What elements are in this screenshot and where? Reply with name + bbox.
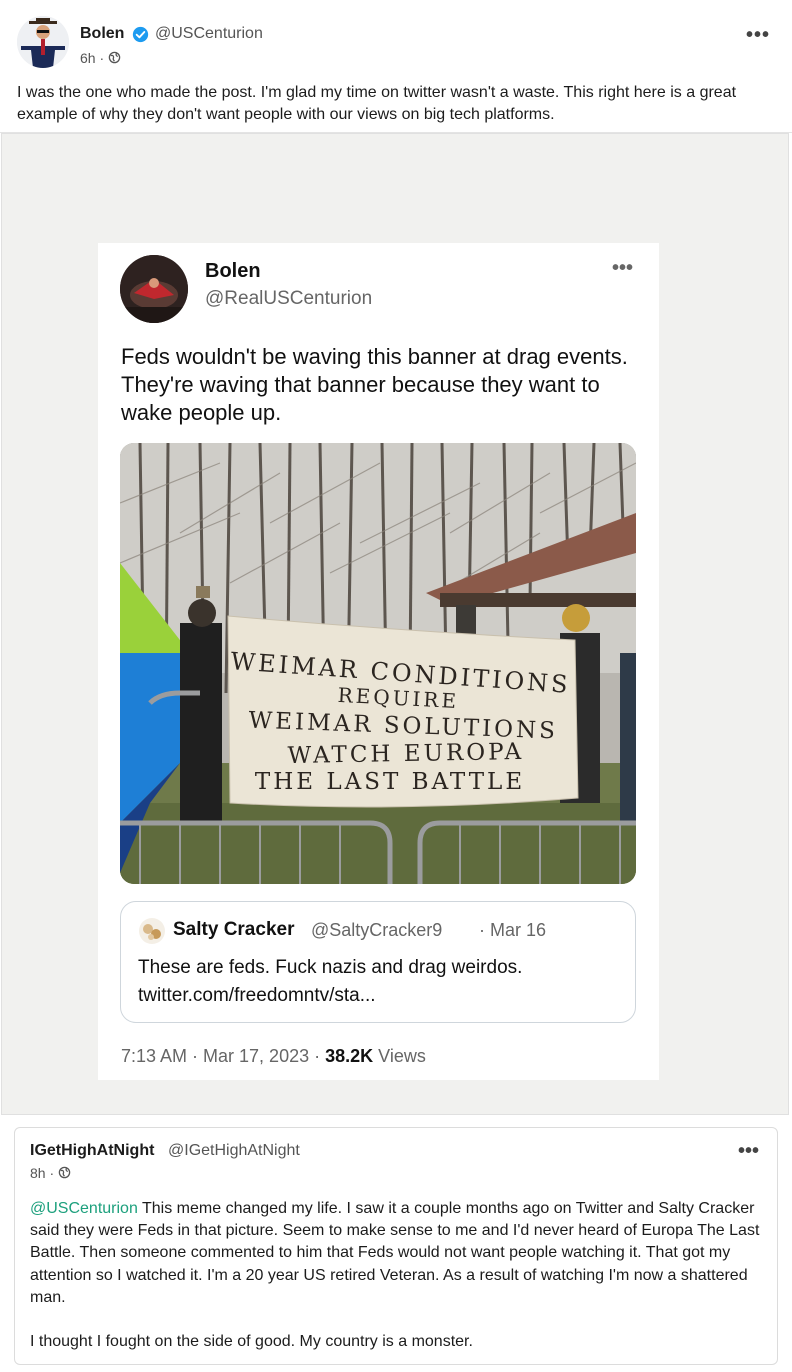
comment-paragraph: @USCenturion This meme changed my life. … bbox=[30, 1198, 760, 1309]
comment-text: This meme changed my life. I saw it a co… bbox=[30, 1200, 760, 1306]
comment-body: @USCenturion This meme changed my life. … bbox=[30, 1198, 760, 1353]
post-header: Bolen @USCenturion 6h · ••• I was the on… bbox=[0, 0, 792, 133]
tweet-screenshot: Bolen @RealUSCenturion ••• Feds wouldn't… bbox=[98, 243, 659, 1080]
author-avatar[interactable] bbox=[17, 16, 69, 68]
comment-meta: 8h · bbox=[30, 1165, 71, 1181]
meta-separator: · bbox=[99, 50, 105, 66]
post-body: I was the one who made the post. I'm gla… bbox=[17, 84, 737, 123]
post-meta: 6h · bbox=[80, 50, 121, 66]
tweet-views-count: 38.2K bbox=[325, 1046, 374, 1066]
post-time[interactable]: 6h bbox=[80, 50, 96, 66]
tweet-author-name: Bolen bbox=[205, 260, 261, 282]
mention-link[interactable]: @USCenturion bbox=[30, 1200, 138, 1217]
comment-author-handle[interactable]: @IGetHighAtNight bbox=[168, 1142, 300, 1160]
author-name[interactable]: Bolen bbox=[80, 25, 124, 43]
comment-time[interactable]: 8h bbox=[30, 1165, 46, 1181]
post-image[interactable]: Bolen @RealUSCenturion ••• Feds wouldn't… bbox=[1, 133, 789, 1115]
tweet-avatar bbox=[120, 255, 188, 323]
verified-badge-icon bbox=[132, 26, 149, 43]
comment-menu-button[interactable]: ••• bbox=[738, 1140, 759, 1163]
comment: IGetHighAtNight @IGetHighAtNight 8h · ••… bbox=[14, 1127, 778, 1365]
tweet-menu-icon: ••• bbox=[611, 257, 633, 279]
comment-author-name[interactable]: IGetHighAtNight bbox=[30, 1142, 154, 1160]
quoted-text: These are feds. Fuck nazis and drag weir… bbox=[138, 954, 522, 1010]
tweet-timestamp: 7:13 AM · Mar 17, 2023 · bbox=[121, 1046, 326, 1066]
tweet-photo: WEIMAR CONDITIONS REQUIRE WEIMAR SOLUTIO… bbox=[120, 443, 636, 884]
quoted-text-line: These are feds. Fuck nazis and drag weir… bbox=[138, 957, 523, 978]
globe-icon bbox=[58, 1166, 71, 1179]
banner-line: WATCH EUROPA bbox=[287, 739, 524, 769]
quoted-tweet: Salty Cracker @SaltyCracker9 · Mar 16 Th… bbox=[120, 901, 636, 1023]
comment-paragraph-2: I thought I fought on the side of good. … bbox=[30, 1333, 473, 1351]
globe-icon bbox=[108, 51, 121, 64]
tweet-text: Feds wouldn't be waving this banner at d… bbox=[121, 344, 628, 425]
author-handle[interactable]: @USCenturion bbox=[155, 25, 263, 43]
quoted-date: · Mar 16 bbox=[479, 920, 547, 940]
quoted-author-handle: @SaltyCracker9 bbox=[311, 920, 443, 940]
meta-separator: · bbox=[49, 1165, 55, 1181]
quoted-avatar-icon bbox=[139, 918, 165, 944]
tweet-author-handle: @RealUSCenturion bbox=[205, 288, 373, 309]
banner-line: THE LAST BATTLE bbox=[255, 769, 525, 795]
tweet-footer: 7:13 AM · Mar 17, 2023 · 38.2K Views bbox=[121, 1046, 426, 1067]
quoted-author-name: Salty Cracker bbox=[173, 919, 295, 940]
post-menu-button[interactable]: ••• bbox=[746, 24, 770, 47]
tweet-views-label: Views bbox=[373, 1046, 426, 1066]
quoted-link: twitter.com/freedomntv/sta... bbox=[138, 985, 376, 1006]
